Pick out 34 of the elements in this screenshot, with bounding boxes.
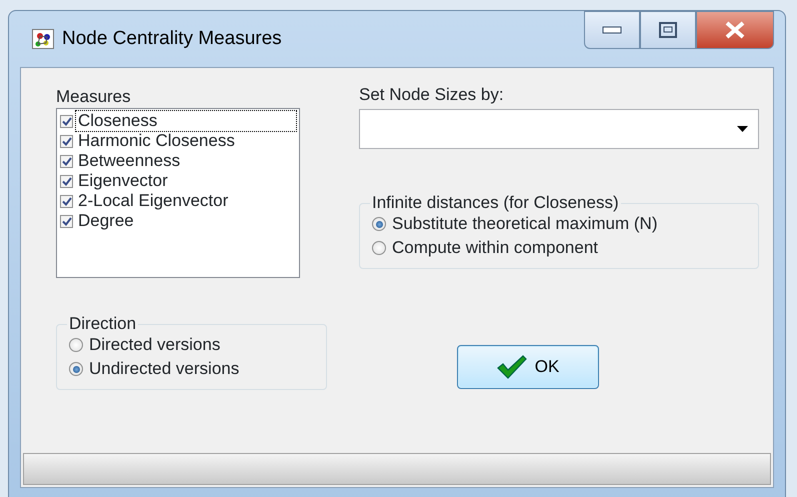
- checkbox[interactable]: [60, 114, 73, 128]
- checkbox[interactable]: [60, 154, 73, 168]
- minimize-button[interactable]: [584, 11, 640, 49]
- maximize-icon: [659, 22, 677, 38]
- radio-label[interactable]: Directed versions: [89, 333, 220, 357]
- radio-button[interactable]: [69, 362, 83, 376]
- checkbox[interactable]: [60, 214, 73, 228]
- node-sizes-dropdown[interactable]: [359, 109, 759, 149]
- checkbox[interactable]: [60, 134, 73, 148]
- measure-label[interactable]: Eigenvector: [76, 171, 170, 191]
- measure-label[interactable]: 2-Local Eigenvector: [76, 191, 230, 211]
- checkbox[interactable]: [60, 174, 73, 188]
- ok-button[interactable]: OK: [457, 345, 599, 389]
- measure-label[interactable]: Degree: [76, 211, 136, 231]
- node-sizes-label: Set Node Sizes by:: [359, 84, 505, 106]
- measure-label[interactable]: Betweenness: [76, 151, 182, 171]
- checkbox[interactable]: [60, 194, 73, 208]
- radio-label[interactable]: Compute within component: [392, 236, 598, 260]
- radio-button[interactable]: [69, 338, 83, 352]
- caret-icon: [737, 126, 748, 132]
- radio-label[interactable]: Undirected versions: [89, 357, 240, 381]
- checkmark-icon: [496, 355, 527, 379]
- app-icon: [32, 29, 54, 49]
- radio-button[interactable]: [372, 241, 386, 255]
- minimize-icon: [602, 26, 622, 34]
- close-button[interactable]: [696, 11, 774, 49]
- window-title: Node Centrality Measures: [62, 26, 282, 51]
- radio-label[interactable]: Substitute theoretical maximum (N): [392, 212, 658, 236]
- radio-button[interactable]: [372, 217, 386, 231]
- measure-label[interactable]: Closeness: [76, 111, 296, 131]
- measure-label[interactable]: Harmonic Closeness: [76, 131, 237, 151]
- close-icon: [724, 21, 746, 39]
- measures-label: Measures: [56, 86, 132, 108]
- maximize-button[interactable]: [640, 11, 696, 49]
